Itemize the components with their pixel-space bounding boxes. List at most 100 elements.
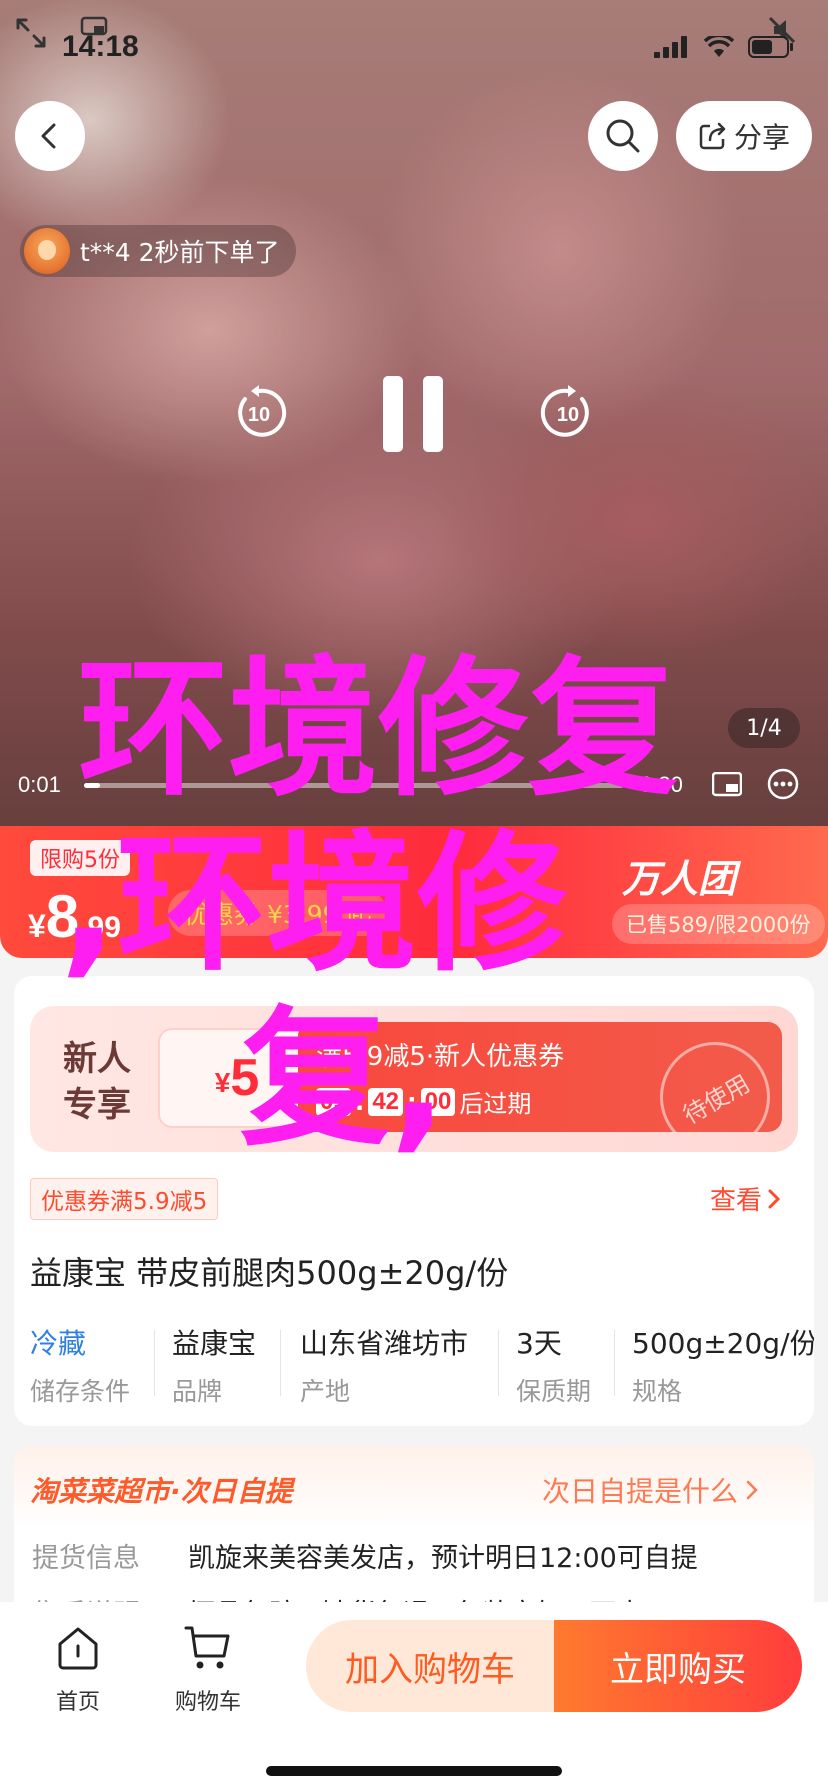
pause-icon[interactable] bbox=[383, 376, 443, 452]
search-icon bbox=[606, 119, 640, 153]
coupon-value: 5 bbox=[230, 1049, 260, 1107]
back-button[interactable] bbox=[15, 101, 85, 171]
progress-fill bbox=[84, 783, 101, 788]
pickup-label: 提货信息 bbox=[32, 1543, 140, 1574]
countdown-hours: 09 bbox=[316, 1087, 351, 1116]
attribute-value: 500g±20g/份 bbox=[632, 1327, 814, 1360]
bottom-action-bar: 首页 购物车 加入购物车 立即购买 bbox=[0, 1602, 828, 1792]
supermarket-title: 淘菜菜超市·次日自提 bbox=[30, 1475, 293, 1508]
price-currency: ¥ bbox=[28, 908, 46, 944]
product-video[interactable]: 14:18 分享 t**4 2秒前下单了 10 10 1/4 0:01 0:30 bbox=[0, 0, 828, 830]
expand-icon bbox=[16, 18, 46, 48]
countdown-seconds: 00 bbox=[420, 1087, 456, 1116]
countdown-separator: : bbox=[407, 1087, 417, 1116]
current-time: 0:01 bbox=[18, 772, 61, 797]
search-button[interactable] bbox=[588, 101, 658, 171]
product-info-card: 新人 专享 ¥5 满5.9减5·新人优惠券 09 : 42 : 00 后过期 待… bbox=[14, 976, 814, 1426]
price-integer: 8 bbox=[45, 883, 80, 950]
avatar bbox=[24, 228, 70, 274]
forward-seconds: 10 bbox=[557, 404, 579, 426]
supermarket-header: 淘菜菜超市·次日自提 次日自提是什么 bbox=[14, 1446, 814, 1528]
picture-in-picture-icon[interactable] bbox=[712, 772, 742, 798]
group-buy-logo: 万人团 bbox=[622, 857, 737, 901]
pickup-info-link-label: 次日自提是什么 bbox=[542, 1475, 739, 1508]
nav-cart-label: 购物车 bbox=[174, 1690, 241, 1715]
coupon-detail[interactable]: 满5.9减5·新人优惠券 09 : 42 : 00 后过期 待使用 bbox=[298, 1022, 782, 1132]
divider bbox=[498, 1330, 499, 1396]
cart-icon bbox=[184, 1626, 230, 1669]
more-icon[interactable] bbox=[767, 768, 799, 800]
total-time: 0:30 bbox=[640, 772, 683, 797]
countdown-minutes: 42 bbox=[368, 1087, 404, 1116]
coupon-status-stamp: 待使用 bbox=[639, 1022, 782, 1132]
status-indicators bbox=[654, 36, 794, 58]
home-icon bbox=[58, 1627, 98, 1670]
attribute-shelf-life: 3天 保质期 bbox=[516, 1322, 591, 1406]
attribute-value: 冷藏 bbox=[30, 1327, 87, 1360]
attribute-label: 保质期 bbox=[516, 1377, 592, 1406]
countdown-suffix: 后过期 bbox=[459, 1090, 532, 1118]
nav-home[interactable]: 首页 bbox=[28, 1622, 128, 1716]
attribute-origin: 山东省潍坊市 产地 bbox=[300, 1322, 469, 1406]
status-time: 14:18 bbox=[62, 30, 139, 63]
coupon-price-badge: 优惠券 ¥3.99 起 bbox=[168, 890, 388, 936]
coupon-amount: ¥5 bbox=[158, 1028, 316, 1128]
nav-home-label: 首页 bbox=[55, 1690, 100, 1715]
countdown-separator: : bbox=[354, 1087, 365, 1116]
divider bbox=[280, 1330, 281, 1396]
product-attributes: 冷藏 储存条件 益康宝 品牌 山东省潍坊市 产地 3天 保质期 500g±20g… bbox=[14, 1322, 814, 1406]
home-indicator bbox=[266, 1766, 562, 1776]
supermarket-card: 淘菜菜超市·次日自提 次日自提是什么 提货信息 凯旋来美容美发店，预计明日12:… bbox=[14, 1446, 814, 1616]
rewind-10-icon[interactable]: 10 bbox=[231, 385, 287, 441]
attribute-label: 规格 bbox=[632, 1377, 683, 1402]
chevron-right-icon bbox=[746, 1480, 758, 1500]
recent-buyer-notice: t**4 2秒前下单了 bbox=[20, 225, 296, 277]
coupon-tag: 优惠券满5.9减5 bbox=[30, 1178, 219, 1220]
buy-now-button[interactable]: 立即购买 bbox=[554, 1620, 802, 1712]
new-user-label: 新人 专享 bbox=[52, 1036, 142, 1128]
coupon-currency: ¥ bbox=[214, 1067, 231, 1098]
limit-tag: 限购5份 bbox=[30, 840, 130, 876]
attribute-label: 产地 bbox=[300, 1377, 351, 1406]
divider bbox=[614, 1330, 615, 1396]
share-label: 分享 bbox=[733, 121, 790, 154]
status-bar: 14:18 bbox=[0, 0, 828, 100]
attribute-brand: 益康宝 品牌 bbox=[172, 1322, 257, 1406]
battery-icon bbox=[748, 36, 793, 58]
chevron-left-icon bbox=[41, 123, 56, 149]
pickup-info-link[interactable]: 次日自提是什么 bbox=[542, 1470, 760, 1510]
new-user-coupon-banner[interactable]: 新人 专享 ¥5 满5.9减5·新人优惠券 09 : 42 : 00 后过期 待… bbox=[30, 1006, 798, 1152]
pickup-value: 凯旋来美容美发店，预计明日12:00可自提 bbox=[188, 1543, 698, 1574]
nav-cart[interactable]: 购物车 bbox=[158, 1622, 258, 1716]
divider bbox=[154, 1330, 155, 1396]
forward-10-icon[interactable]: 10 bbox=[540, 385, 596, 441]
new-user-label-line1: 新人 bbox=[63, 1039, 131, 1079]
media-page-indicator: 1/4 bbox=[728, 708, 800, 748]
price: ¥8.99 bbox=[28, 882, 121, 951]
attribute-value: 山东省潍坊市 bbox=[300, 1327, 469, 1360]
view-link-label: 查看 bbox=[710, 1186, 763, 1216]
progress-track[interactable] bbox=[84, 783, 624, 788]
wifi-icon bbox=[704, 36, 734, 57]
price-decimal: .99 bbox=[79, 911, 121, 944]
coupon-countdown: 09 : 42 : 00 后过期 bbox=[316, 1084, 531, 1119]
group-buy-sold: 已售589/限2000份 bbox=[612, 904, 825, 944]
signal-icon bbox=[654, 36, 687, 58]
view-coupons-link[interactable]: 查看 bbox=[710, 1180, 782, 1217]
attribute-value: 益康宝 bbox=[172, 1327, 257, 1360]
chevron-right-icon bbox=[768, 1189, 781, 1208]
rewind-seconds: 10 bbox=[248, 404, 270, 426]
add-to-cart-button[interactable]: 加入购物车 bbox=[306, 1620, 554, 1712]
attribute-label: 储存条件 bbox=[30, 1377, 131, 1406]
video-progress-row: 0:01 0:30 bbox=[0, 768, 828, 802]
attribute-value: 3天 bbox=[516, 1327, 562, 1360]
coupon-title: 满5.9减5·新人优惠券 bbox=[316, 1042, 565, 1072]
new-user-label-line2: 专享 bbox=[63, 1085, 131, 1125]
buyer-notice-text: t**4 2秒前下单了 bbox=[80, 238, 280, 267]
attribute-spec: 500g±20g/份 规格 bbox=[632, 1322, 814, 1402]
attribute-storage: 冷藏 储存条件 bbox=[30, 1322, 130, 1406]
share-icon bbox=[699, 122, 726, 150]
product-title: 益康宝 带皮前腿肉500g±20g/份 bbox=[30, 1254, 509, 1292]
attribute-label: 品牌 bbox=[172, 1377, 223, 1406]
share-button[interactable]: 分享 bbox=[676, 101, 812, 171]
